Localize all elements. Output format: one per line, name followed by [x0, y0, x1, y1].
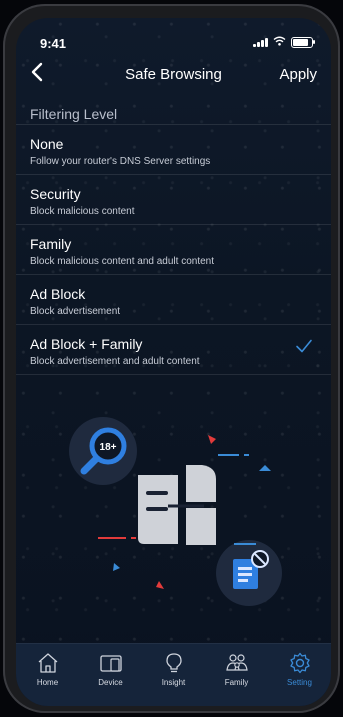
level-title: None — [30, 136, 64, 152]
tab-insight[interactable]: Insight — [142, 644, 205, 706]
safe-browsing-illustration: 18+ — [69, 417, 282, 606]
level-option-family[interactable]: Family Block malicious content and adult… — [16, 224, 331, 274]
tab-family[interactable]: Family — [205, 644, 268, 706]
family-icon — [225, 654, 248, 671]
tab-label: Family — [224, 678, 249, 687]
tab-setting[interactable]: Setting — [268, 644, 331, 706]
adult-content-badge: 18+ — [100, 442, 117, 453]
tab-label: Home — [36, 678, 59, 687]
level-option-none[interactable]: None Follow your router's DNS Server set… — [16, 124, 331, 174]
apply-button[interactable]: Apply — [279, 66, 317, 83]
bottom-tab-bar: Home Device Insight Family Setting — [16, 643, 331, 706]
level-subtitle: Block advertisement and adult content — [30, 356, 200, 367]
wifi-icon — [273, 36, 286, 48]
filtering-level-list: None Follow your router's DNS Server set… — [16, 124, 331, 375]
app-screen: 9:41 Safe Browsing Apply Filtering Level… — [16, 18, 331, 706]
level-subtitle: Block malicious content — [30, 206, 135, 217]
lightbulb-icon — [165, 653, 182, 673]
tab-label: Insight — [161, 678, 186, 687]
nav-bar: Safe Browsing Apply — [16, 62, 331, 92]
level-subtitle: Block malicious content and adult conten… — [30, 256, 214, 267]
level-option-ad-block[interactable]: Ad Block Block advertisement — [16, 274, 331, 324]
gear-icon — [289, 652, 310, 674]
tab-home[interactable]: Home — [16, 644, 79, 706]
tab-label: Device — [98, 678, 123, 687]
level-title: Ad Block — [30, 286, 86, 302]
home-icon — [38, 653, 57, 673]
tab-label: Setting — [287, 678, 312, 687]
signal-icon — [253, 37, 268, 47]
status-bar: 9:41 — [16, 18, 331, 58]
device-icon — [99, 655, 122, 672]
battery-icon — [291, 36, 315, 48]
level-subtitle: Block advertisement — [30, 306, 121, 317]
tab-device[interactable]: Device — [79, 644, 142, 706]
phone-frame: 9:41 Safe Browsing Apply Filtering Level… — [3, 4, 340, 713]
level-option-security[interactable]: Security Block malicious content — [16, 174, 331, 224]
level-title: Security — [30, 186, 81, 202]
level-title: Family — [30, 236, 72, 252]
filtering-level-label: Filtering Level — [30, 106, 118, 122]
level-title: Ad Block + Family — [30, 336, 143, 352]
status-time: 9:41 — [40, 36, 67, 51]
checkmark-icon — [296, 339, 312, 353]
level-option-ad-block-family[interactable]: Ad Block + Family Block advertisement an… — [16, 324, 331, 375]
level-subtitle: Follow your router's DNS Server settings — [30, 156, 211, 167]
status-icons — [253, 36, 315, 48]
